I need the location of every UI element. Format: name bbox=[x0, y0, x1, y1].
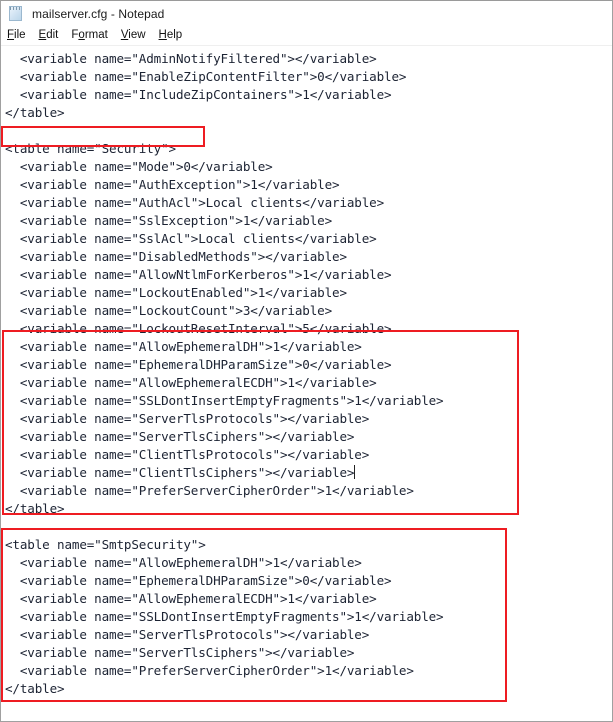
code-line: <variable name="ServerTlsCiphers"></vari… bbox=[5, 429, 355, 444]
text-caret bbox=[354, 465, 356, 479]
code-line: <variable name="SslAcl">Local clients</v… bbox=[5, 231, 377, 246]
code-line: <table name="Security"> bbox=[5, 141, 176, 156]
code-line: <variable name="DisabledMethods"></varia… bbox=[5, 249, 347, 264]
code-line: <variable name="SslException">1</variabl… bbox=[5, 213, 333, 228]
notepad-icon bbox=[8, 5, 24, 22]
code-line: <variable name="AllowEphemeralECDH">1</v… bbox=[5, 591, 377, 606]
window-title: mailserver.cfg - Notepad bbox=[32, 6, 165, 21]
code-line: <variable name="PreferServerCipherOrder"… bbox=[5, 663, 414, 678]
notepad-window: mailserver.cfg - Notepad File Edit Forma… bbox=[0, 0, 613, 722]
code-line: <variable name="AllowEphemeralECDH">1</v… bbox=[5, 375, 377, 390]
code-line: <table name="SmtpSecurity"> bbox=[5, 537, 206, 552]
code-line: <variable name="LockoutEnabled">1</varia… bbox=[5, 285, 347, 300]
code-line: <variable name="AllowEphemeralDH">1</var… bbox=[5, 339, 362, 354]
menu-item-help[interactable]: Help bbox=[159, 26, 183, 45]
code-line: <variable name="ServerTlsProtocols"></va… bbox=[5, 411, 370, 426]
code-line: <variable name="ClientTlsProtocols"></va… bbox=[5, 447, 370, 462]
code-line: <variable name="AllowNtlmForKerberos">1<… bbox=[5, 267, 392, 282]
code-line: <variable name="ServerTlsProtocols"></va… bbox=[5, 627, 370, 642]
menu-bar: File Edit Format View Help bbox=[1, 26, 612, 46]
menu-item-edit[interactable]: Edit bbox=[39, 26, 59, 45]
code-line: <variable name="SSLDontInsertEmptyFragme… bbox=[5, 609, 444, 624]
document-text[interactable]: <variable name="AdminNotifyFiltered"></v… bbox=[5, 50, 612, 698]
code-line: </table> bbox=[5, 681, 65, 696]
code-line: <variable name="ClientTlsCiphers"></vari… bbox=[5, 465, 356, 480]
code-line: <variable name="EnableZipContentFilter">… bbox=[5, 69, 407, 84]
code-line: <variable name="AuthException">1</variab… bbox=[5, 177, 340, 192]
code-line: <variable name="AuthAcl">Local clients</… bbox=[5, 195, 385, 210]
code-line: <variable name="IncludeZipContainers">1<… bbox=[5, 87, 392, 102]
code-line: <variable name="LockoutResetInterval">5<… bbox=[5, 321, 392, 336]
menu-item-file[interactable]: File bbox=[7, 26, 26, 45]
code-line: </table> bbox=[5, 105, 65, 120]
code-line: <variable name="AdminNotifyFiltered"></v… bbox=[5, 51, 377, 66]
code-line: <variable name="Mode">0</variable> bbox=[5, 159, 273, 174]
code-line: <variable name="EphemeralDHParamSize">0<… bbox=[5, 357, 392, 372]
menu-item-view[interactable]: View bbox=[121, 26, 146, 45]
code-line: <variable name="LockoutCount">3</variabl… bbox=[5, 303, 333, 318]
code-line: <variable name="SSLDontInsertEmptyFragme… bbox=[5, 393, 444, 408]
title-bar: mailserver.cfg - Notepad bbox=[1, 1, 612, 26]
code-line: <variable name="PreferServerCipherOrder"… bbox=[5, 483, 414, 498]
menu-item-format[interactable]: Format bbox=[71, 26, 107, 45]
code-line: <variable name="ServerTlsCiphers"></vari… bbox=[5, 645, 355, 660]
code-line: </table> bbox=[5, 501, 65, 516]
code-line: <variable name="EphemeralDHParamSize">0<… bbox=[5, 573, 392, 588]
code-line: <variable name="AllowEphemeralDH">1</var… bbox=[5, 555, 362, 570]
text-editing-area[interactable]: <variable name="AdminNotifyFiltered"></v… bbox=[1, 46, 612, 720]
